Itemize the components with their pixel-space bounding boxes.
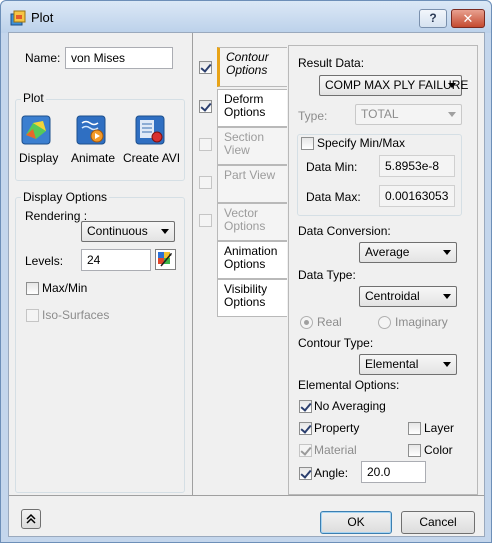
color-checkbox[interactable] <box>408 444 421 457</box>
tab-vector-checkbox[interactable] <box>199 214 212 227</box>
result-data-label: Result Data: <box>298 56 365 70</box>
close-button[interactable]: ✕ <box>451 9 485 28</box>
levels-input[interactable]: 24 <box>81 249 151 271</box>
animate-label: Animate <box>71 151 116 165</box>
data-min-input[interactable]: 5.8953e-8 <box>379 155 455 177</box>
chevron-down-icon <box>161 229 169 234</box>
property-checkbox[interactable] <box>299 422 312 435</box>
imaginary-label: Imaginary <box>395 315 448 329</box>
angle-input[interactable]: 20.0 <box>361 461 426 483</box>
type-label: Type: <box>298 109 328 123</box>
rendering-value: Continuous <box>87 224 148 238</box>
elemental-options-label: Elemental Options: <box>298 378 400 392</box>
data-type-label: Data Type: <box>298 268 356 282</box>
animate-icon <box>76 115 106 145</box>
tab-part-view[interactable]: Part View <box>217 165 287 203</box>
contour-type-select[interactable]: Elemental <box>359 354 457 375</box>
specify-minmax-checkbox[interactable] <box>301 137 314 150</box>
chevron-down-icon <box>443 250 451 255</box>
name-label: Name: <box>25 51 61 65</box>
tab-contour-options[interactable]: Contour Options <box>217 47 287 87</box>
data-max-label: Data Max: <box>306 190 361 204</box>
tab-contour-checkbox[interactable] <box>199 61 212 74</box>
tab-visibility-options[interactable]: Visibility Options <box>217 279 287 317</box>
ok-button[interactable]: OK <box>320 511 392 534</box>
angle-label: Angle: <box>314 466 349 480</box>
contour-type-label: Contour Type: <box>298 336 374 350</box>
chevron-down-icon <box>448 112 456 117</box>
tab-animation-options[interactable]: Animation Options <box>217 241 287 279</box>
maxmin-checkbox[interactable] <box>26 282 39 295</box>
display-options-title: Display Options <box>21 190 110 204</box>
isosurfaces-label: Iso-Surfaces <box>42 308 110 322</box>
tab-deform-checkbox[interactable] <box>199 100 212 113</box>
tab-section-view[interactable]: Section View <box>217 127 287 165</box>
cancel-button[interactable]: Cancel <box>401 511 475 534</box>
isosurfaces-checkbox[interactable] <box>26 309 39 322</box>
specify-minmax-label: Specify Min/Max <box>317 136 408 150</box>
plot-group-title: Plot <box>21 91 46 105</box>
layer-label: Layer <box>424 421 455 435</box>
display-label: Display <box>19 151 59 165</box>
type-select[interactable]: TOTAL <box>355 104 462 125</box>
material-checkbox[interactable] <box>299 444 312 457</box>
create-avi-icon <box>135 115 165 145</box>
contour-type-value: Elemental <box>365 357 419 371</box>
chevron-down-icon <box>443 362 451 367</box>
data-min-label: Data Min: <box>306 160 358 174</box>
tab-part-checkbox[interactable] <box>199 176 212 189</box>
real-label: Real <box>317 315 342 329</box>
data-type-select[interactable]: Centroidal <box>359 286 457 307</box>
maxmin-label: Max/Min <box>42 281 88 295</box>
no-averaging-checkbox[interactable] <box>299 400 312 413</box>
levels-label: Levels: <box>25 254 64 268</box>
window-title: Plot <box>31 10 54 25</box>
tab-vector-options[interactable]: Vector Options <box>217 203 287 241</box>
imaginary-radio[interactable] <box>378 316 391 329</box>
help-button[interactable]: ? <box>419 9 447 28</box>
result-data-select[interactable]: COMP MAX PLY FAILURE <box>319 75 468 96</box>
title-bar[interactable]: Plot ? ✕ <box>1 1 491 33</box>
double-chevron-up-icon <box>26 513 36 524</box>
plot-dialog: Plot ? ✕ Name: von Mises Plot Display An… <box>0 0 492 543</box>
display-button[interactable]: Display <box>17 115 59 165</box>
result-data-value: COMP MAX PLY FAILURE <box>325 78 469 92</box>
create-avi-label: Create AVI <box>123 151 181 165</box>
property-label: Property <box>314 421 360 435</box>
plot-app-icon <box>10 10 26 26</box>
no-averaging-label: No Averaging <box>314 399 386 413</box>
name-input[interactable]: von Mises <box>65 47 173 69</box>
expand-button[interactable] <box>21 509 41 529</box>
contour-options-panel: Result Data: COMP MAX PLY FAILURE Type: … <box>288 45 478 495</box>
create-avi-button[interactable]: Create AVI <box>123 115 183 165</box>
color-label: Color <box>424 443 453 457</box>
angle-checkbox[interactable] <box>299 467 312 480</box>
left-pane: Name: von Mises Plot Display Animate Cre… <box>9 33 193 495</box>
rendering-label: Rendering : <box>25 209 88 223</box>
animate-button[interactable]: Animate <box>69 115 117 165</box>
type-value: TOTAL <box>361 107 399 121</box>
data-conversion-select[interactable]: Average <box>359 242 457 263</box>
data-type-value: Centroidal <box>365 289 420 303</box>
tab-section-checkbox[interactable] <box>199 138 212 151</box>
layer-checkbox[interactable] <box>408 422 421 435</box>
data-max-input[interactable]: 0.00163053 <box>379 185 455 207</box>
data-conversion-value: Average <box>365 245 410 259</box>
dialog-body: Name: von Mises Plot Display Animate Cre… <box>8 32 485 537</box>
footer-divider <box>9 495 484 496</box>
chevron-down-icon <box>448 83 456 88</box>
display-icon <box>21 115 51 145</box>
rendering-select[interactable]: Continuous <box>81 221 175 242</box>
real-radio[interactable] <box>300 316 313 329</box>
options-tab-list: Contour Options Deform Options Section V… <box>199 45 289 495</box>
color-palette-icon[interactable] <box>155 249 176 270</box>
chevron-down-icon <box>443 294 451 299</box>
data-conversion-label: Data Conversion: <box>298 224 391 238</box>
tab-deform-options[interactable]: Deform Options <box>217 89 287 127</box>
material-label: Material <box>314 443 357 457</box>
